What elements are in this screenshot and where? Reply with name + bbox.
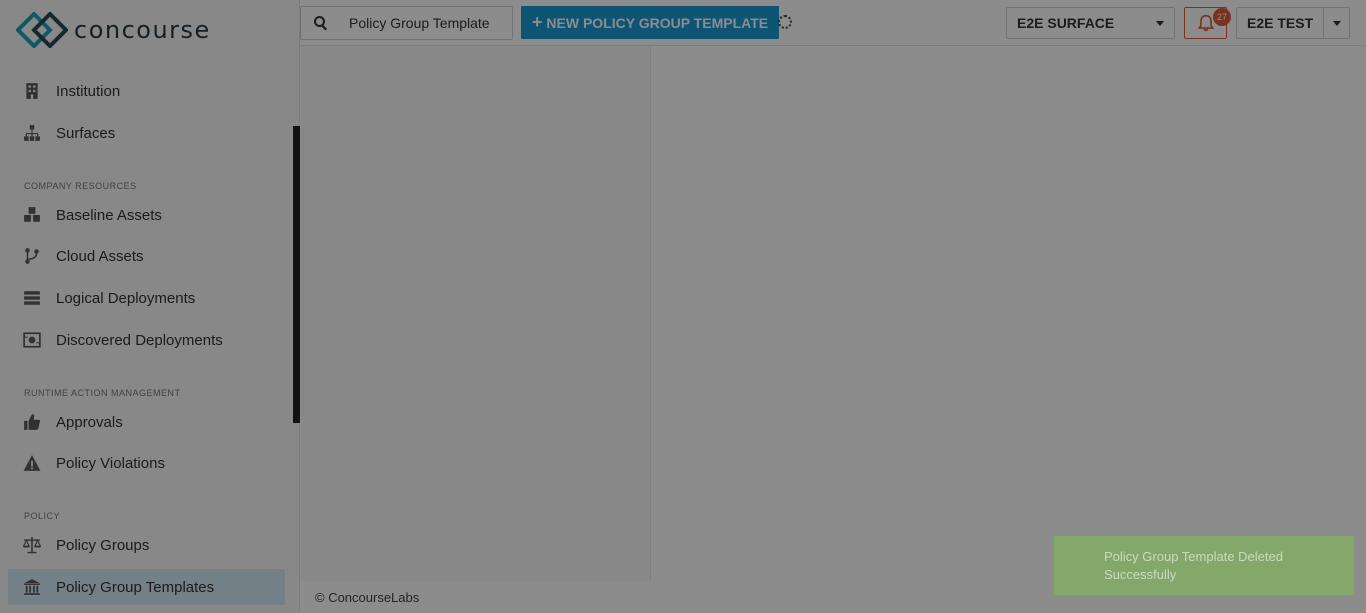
toast-message: Policy Group Template Deleted Successful… [1104, 549, 1283, 582]
loading-overlay [0, 0, 1366, 613]
success-toast[interactable]: Policy Group Template Deleted Successful… [1054, 536, 1354, 595]
